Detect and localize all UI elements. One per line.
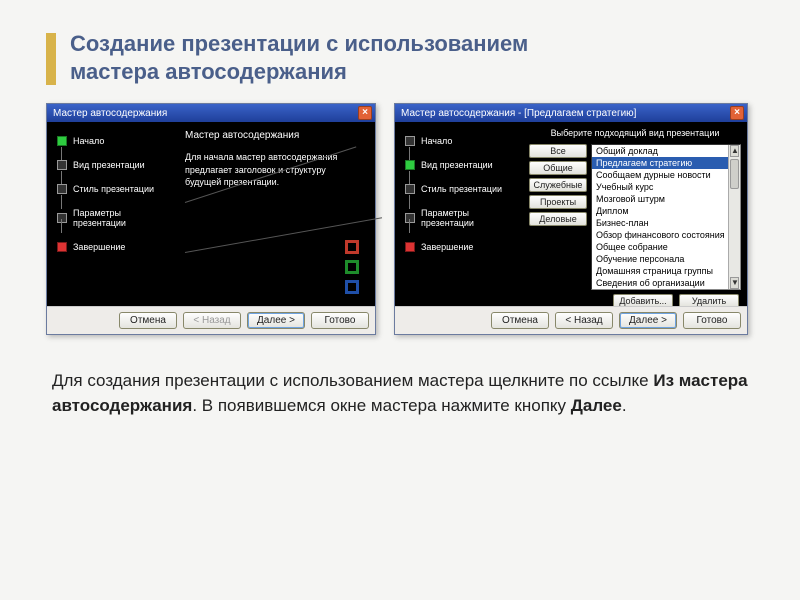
titlebar[interactable]: Мастер автосодержания × (47, 104, 375, 122)
category-business-button[interactable]: Деловые (529, 212, 587, 226)
step-marker-icon (405, 213, 415, 223)
list-item[interactable]: Общее собрание (592, 241, 740, 253)
panel-description: Для начала мастер автосодержания предлаг… (185, 151, 345, 189)
presentation-list[interactable]: Общий доклад Предлагаем стратегию Сообща… (591, 144, 741, 290)
panel-heading: Мастер автосодержания (185, 130, 365, 141)
title-line-2: мастера автосодержания (70, 59, 347, 84)
square-icon (345, 280, 359, 294)
finish-button[interactable]: Готово (311, 312, 369, 329)
wizard-body: Начало Вид презентации Стиль презентации… (395, 122, 747, 306)
square-icon (345, 240, 359, 254)
back-button[interactable]: < Назад (183, 312, 241, 329)
step-marker-icon (57, 184, 67, 194)
scroll-up-icon[interactable]: ▲ (730, 145, 739, 157)
wizard-steps: Начало Вид презентации Стиль презентации… (395, 122, 523, 306)
list-item[interactable]: Обзор финансового состояния (592, 229, 740, 241)
square-icon (345, 260, 359, 274)
slide: Создание презентации с использованием ма… (0, 0, 800, 418)
next-button[interactable]: Далее > (619, 312, 677, 329)
title-text: Создание презентации с использованием ма… (70, 30, 528, 85)
step-marker-icon (405, 184, 415, 194)
body-text-3: . (622, 396, 627, 415)
list-item[interactable]: Сведения об организации (592, 277, 740, 289)
window-title: Мастер автосодержания - [Предлагаем стра… (401, 108, 636, 119)
screenshots-row: Мастер автосодержания × Начало Вид презе… (46, 103, 754, 335)
step-label: Стиль презентации (73, 184, 154, 194)
step-label: Параметры презентации (73, 208, 169, 228)
finish-button[interactable]: Готово (683, 312, 741, 329)
scroll-down-icon[interactable]: ▼ (730, 277, 739, 289)
step-label: Завершение (421, 242, 473, 252)
list-item[interactable]: Сообщаем дурные новости (592, 169, 740, 181)
category-buttons: Все Общие Служебные Проекты Деловые (529, 144, 587, 290)
list-item[interactable]: Общий доклад (592, 145, 740, 157)
cancel-button[interactable]: Отмена (119, 312, 177, 329)
list-item[interactable]: Учебный курс (592, 181, 740, 193)
decorative-squares (345, 240, 359, 294)
step-marker-icon (405, 242, 415, 252)
list-item[interactable]: Бизнес-план (592, 217, 740, 229)
titlebar[interactable]: Мастер автосодержания - [Предлагаем стра… (395, 104, 747, 122)
body-text-1: Для создания презентации с использование… (52, 371, 653, 390)
step-label: Вид презентации (421, 160, 493, 170)
body-text-2: . В появившемся окне мастера нажмите кно… (192, 396, 570, 415)
presentation-type-panel: Выберите подходящий вид презентации Все … (523, 122, 747, 306)
slide-title: Создание презентации с использованием ма… (46, 30, 754, 85)
body-bold-2: Далее (571, 396, 622, 415)
title-accent (46, 33, 56, 85)
step-label: Вид презентации (73, 160, 145, 170)
wizard-body: Начало Вид презентации Стиль презентации… (47, 122, 375, 306)
step-label: Стиль презентации (421, 184, 502, 194)
list-item[interactable]: Мозговой штурм (592, 193, 740, 205)
wizard-intro-panel: Мастер автосодержания Для начала мастер … (175, 122, 375, 306)
wizard-window-step1: Мастер автосодержания × Начало Вид презе… (46, 103, 376, 335)
panel-prompt: Выберите подходящий вид презентации (529, 128, 741, 138)
window-title: Мастер автосодержания (53, 108, 167, 119)
step-label: Параметры презентации (421, 208, 517, 228)
list-item[interactable]: Диплом (592, 205, 740, 217)
scroll-thumb[interactable] (730, 159, 739, 189)
list-item[interactable]: Домашняя страница группы (592, 265, 740, 277)
step-marker-icon (405, 160, 415, 170)
close-icon[interactable]: × (358, 106, 372, 120)
wizard-footer: Отмена < Назад Далее > Готово (47, 306, 375, 334)
title-line-1: Создание презентации с использованием (70, 31, 528, 56)
category-office-button[interactable]: Служебные (529, 178, 587, 192)
step-label: Начало (421, 136, 452, 146)
category-and-list: Все Общие Служебные Проекты Деловые Общи… (529, 144, 741, 290)
category-projects-button[interactable]: Проекты (529, 195, 587, 209)
step-marker-icon (57, 213, 67, 223)
slide-body-text: Для создания презентации с использование… (52, 369, 748, 418)
scrollbar[interactable]: ▲ ▼ (728, 145, 740, 289)
next-button[interactable]: Далее > (247, 312, 305, 329)
list-item[interactable]: Обучение персонала (592, 253, 740, 265)
wizard-steps: Начало Вид презентации Стиль презентации… (47, 122, 175, 306)
step-marker-icon (57, 160, 67, 170)
list-item[interactable]: Предлагаем стратегию (592, 157, 740, 169)
step-marker-icon (405, 136, 415, 146)
step-marker-icon (57, 136, 67, 146)
close-icon[interactable]: × (730, 106, 744, 120)
step-label: Завершение (73, 242, 125, 252)
cancel-button[interactable]: Отмена (491, 312, 549, 329)
wizard-footer: Отмена < Назад Далее > Готово (395, 306, 747, 334)
category-all-button[interactable]: Все (529, 144, 587, 158)
step-marker-icon (57, 242, 67, 252)
wizard-window-step2: Мастер автосодержания - [Предлагаем стра… (394, 103, 748, 335)
step-label: Начало (73, 136, 104, 146)
category-general-button[interactable]: Общие (529, 161, 587, 175)
back-button[interactable]: < Назад (555, 312, 613, 329)
